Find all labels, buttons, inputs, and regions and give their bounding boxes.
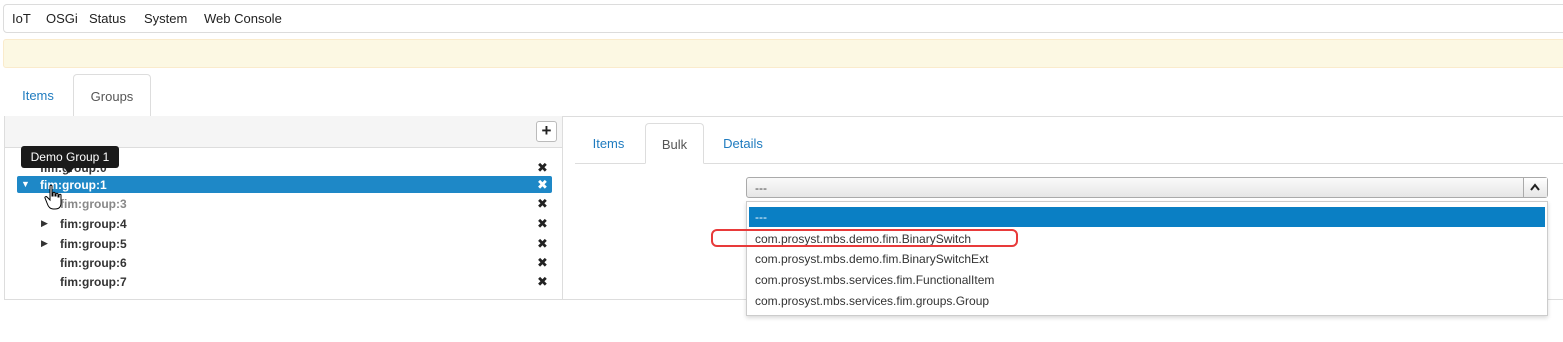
tab-items[interactable]: Items: [575, 123, 642, 163]
nav-item-iot[interactable]: IoT: [12, 11, 31, 26]
caret-right-icon[interactable]: ▶: [41, 238, 48, 249]
group-tooltip: Demo Group 1: [21, 146, 119, 168]
delete-icon[interactable]: ✖: [537, 255, 548, 271]
type-dropdown-list: --- com.prosyst.mbs.demo.fim.BinarySwitc…: [746, 201, 1548, 316]
nav-item-status[interactable]: Status: [89, 11, 126, 26]
caret-right-icon[interactable]: ▶: [41, 218, 48, 229]
tree-row-selected[interactable]: ▼ fim:group:1 ✖: [17, 176, 552, 193]
select-value: ---: [755, 181, 767, 195]
dropdown-option[interactable]: com.prosyst.mbs.services.fim.groups.Grou…: [749, 291, 1545, 311]
caret-down-icon[interactable]: ▼: [21, 179, 30, 189]
nav-item-osgi[interactable]: OSGi: [46, 11, 78, 26]
tree-header: +: [5, 116, 562, 148]
detail-tabs: Items Bulk Details: [575, 123, 1563, 164]
tree-row[interactable]: ▶ fim:group:5 ✖: [17, 235, 552, 253]
hand-cursor-icon: [44, 184, 62, 210]
type-select[interactable]: ---: [746, 177, 1548, 198]
dropdown-option[interactable]: com.prosyst.mbs.services.fim.FunctionalI…: [749, 270, 1545, 290]
groups-tree-panel: + fim:group:0 ✖ ▼ fim:group:1 ✖ fim:grou…: [4, 116, 563, 300]
tab-bulk[interactable]: Bulk: [645, 123, 704, 164]
tree-row[interactable]: fim:group:3 ✖: [17, 195, 552, 213]
delete-icon[interactable]: ✖: [537, 196, 548, 212]
nav-item-system[interactable]: System: [144, 11, 187, 26]
tree-row-label: fim:group:4: [60, 217, 127, 231]
dropdown-option[interactable]: com.prosyst.mbs.demo.fim.BinarySwitchExt: [749, 249, 1545, 269]
delete-icon[interactable]: ✖: [537, 216, 548, 232]
nav-item-web-console[interactable]: Web Console: [204, 11, 282, 26]
delete-icon[interactable]: ✖: [537, 177, 548, 193]
tab-details[interactable]: Details: [708, 123, 778, 163]
tree-row-label: fim:group:3: [60, 197, 127, 211]
top-navbar: IoT OSGi Status System Web Console: [3, 4, 1563, 33]
tooltip-arrow: [64, 168, 74, 173]
tree-row-label: fim:group:7: [60, 275, 127, 289]
tab-items[interactable]: Items: [4, 74, 72, 116]
tree-row[interactable]: ▶ fim:group:4 ✖: [17, 215, 552, 233]
select-toggle-button[interactable]: [1523, 178, 1547, 197]
highlight-annotation: [711, 229, 1018, 247]
dropdown-option[interactable]: ---: [749, 207, 1545, 227]
tree-row[interactable]: fim:group:6 ✖: [17, 254, 552, 272]
tree-row-label: fim:group:6: [60, 256, 127, 270]
chevron-up-icon: [1530, 183, 1540, 191]
delete-icon[interactable]: ✖: [537, 236, 548, 252]
delete-icon[interactable]: ✖: [537, 160, 548, 176]
tree-row[interactable]: fim:group:7 ✖: [17, 273, 552, 291]
add-group-button[interactable]: +: [536, 121, 557, 142]
delete-icon[interactable]: ✖: [537, 274, 548, 290]
tree-row-label: fim:group:5: [60, 237, 127, 251]
tab-groups[interactable]: Groups: [73, 74, 151, 117]
main-tabs: Items Groups: [4, 74, 1563, 117]
notice-strip: [3, 39, 1563, 68]
